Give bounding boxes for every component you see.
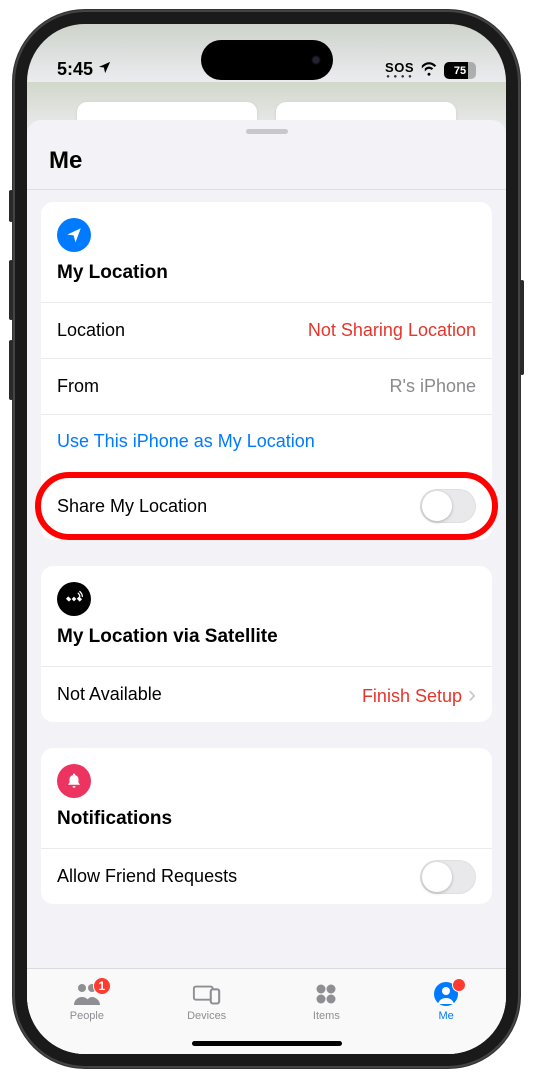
row-label: From [57,376,99,397]
tab-label: Items [313,1010,340,1022]
side-button-silent [9,190,13,222]
highlight-annotation: Share My Location [35,472,498,540]
from-row[interactable]: From R's iPhone [41,358,492,414]
side-button-power [520,280,524,375]
share-my-location-row[interactable]: Share My Location [41,478,492,534]
satellite-finish-setup-row[interactable]: Not Available Finish Setup [41,666,492,722]
allow-friend-requests-toggle[interactable] [420,860,476,894]
tab-people[interactable]: 1 People [27,969,147,1034]
card-heading: Notifications [57,798,476,848]
notifications-card: Notifications Allow Friend Requests [41,748,492,904]
card-heading: My Location [57,252,476,302]
me-sheet: Me My Location Location Not Sharing Loca… [27,120,506,1054]
row-value: Not Sharing Location [308,320,476,341]
side-button-vol-down [9,340,13,400]
home-indicator[interactable] [192,1041,342,1046]
tab-me[interactable]: Me [386,969,506,1034]
people-icon: 1 [72,981,102,1007]
sheet-grabber[interactable] [246,129,288,134]
satellite-icon [57,582,91,616]
share-my-location-toggle[interactable] [420,489,476,523]
satellite-card: My Location via Satellite Not Available … [41,566,492,722]
tab-people-badge: 1 [93,977,111,995]
use-this-iphone-link[interactable]: Use This iPhone as My Location [41,414,492,472]
scroll-area[interactable]: My Location Location Not Sharing Locatio… [27,188,506,968]
dynamic-island [201,40,333,80]
me-icon [431,981,461,1007]
side-button-vol-up [9,260,13,320]
bell-icon [57,764,91,798]
location-arrow-icon [97,59,112,80]
row-label: Not Available [57,684,162,705]
allow-friend-requests-row[interactable]: Allow Friend Requests [41,848,492,904]
row-label: Share My Location [57,496,207,517]
tab-me-badge [452,978,466,992]
sheet-title: Me [27,143,506,189]
sos-indicator: SOS ● ● ● ● [385,61,414,80]
battery-indicator: 75 [444,62,476,79]
row-value: R's iPhone [390,376,476,397]
items-icon [311,981,341,1007]
tab-devices[interactable]: Devices [147,969,267,1034]
tab-label: People [70,1010,104,1022]
location-row[interactable]: Location Not Sharing Location [41,302,492,358]
card-heading: My Location via Satellite [57,616,476,666]
location-arrow-icon [57,218,91,252]
devices-icon [192,981,222,1007]
my-location-card: My Location Location Not Sharing Locatio… [41,202,492,540]
tab-label: Me [438,1010,453,1022]
tab-label: Devices [187,1010,226,1022]
screen: 5:45 SOS ● ● ● ● 75 Me [27,24,506,1054]
row-value: Finish Setup [362,681,476,709]
row-label: Location [57,320,125,341]
wifi-icon [420,62,438,80]
tab-items[interactable]: Items [267,969,387,1034]
row-label: Allow Friend Requests [57,866,237,887]
status-time: 5:45 [57,59,93,80]
phone-frame: 5:45 SOS ● ● ● ● 75 Me [13,10,520,1068]
